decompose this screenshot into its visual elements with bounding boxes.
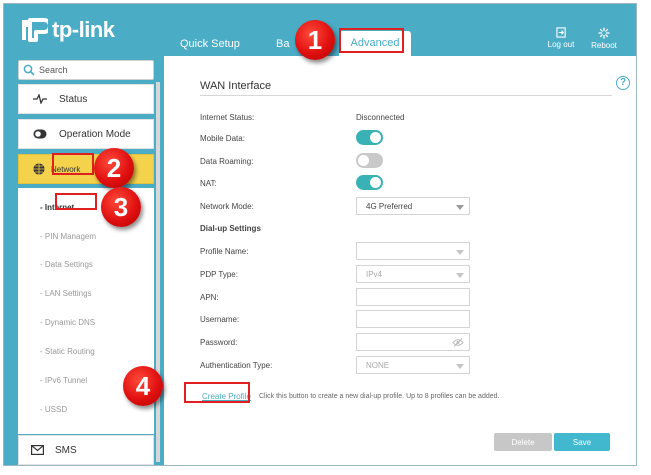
search-icon — [23, 64, 35, 76]
submenu-item-ussd[interactable]: - USSD — [40, 405, 67, 414]
search-placeholder: Search — [39, 65, 68, 75]
sidebar-item-label: Operation Mode — [59, 129, 131, 140]
tplink-logo: tp-link — [18, 15, 115, 45]
create-profile-description: Click this button to create a new dial-u… — [259, 393, 500, 400]
pdp-type-select[interactable]: IPv4 — [356, 265, 470, 283]
toggle-knob — [358, 155, 369, 166]
internet-status-label: Internet Status: — [200, 113, 255, 122]
sidebar-item-label: Status — [59, 94, 88, 105]
brand-name: tp-link — [52, 17, 115, 42]
delete-button[interactable]: Delete — [494, 433, 552, 451]
tab-basic[interactable]: Ba — [276, 38, 289, 50]
password-label: Password: — [200, 338, 238, 347]
highlight-advanced-tab — [339, 28, 404, 53]
mobile-data-toggle[interactable] — [356, 130, 383, 145]
toggle-icon — [33, 129, 47, 139]
pdp-type-value: IPv4 — [366, 270, 383, 279]
save-button[interactable]: Save — [554, 433, 610, 451]
tab-quick-setup[interactable]: Quick Setup — [180, 38, 240, 50]
sidebar-item-label: SMS — [55, 445, 77, 456]
step-badge-3: 3 — [101, 187, 141, 227]
profile-name-select[interactable] — [356, 242, 470, 260]
highlight-internet-item — [55, 193, 97, 210]
internet-status-value: Disconnected — [356, 113, 405, 122]
pulse-icon — [33, 94, 47, 104]
router-admin-window: tp-link Quick Setup Ba Advanced Log out … — [3, 3, 637, 466]
logout-button[interactable]: Log out — [541, 27, 581, 49]
step-badge-2: 2 — [94, 148, 134, 188]
submenu-item-dynamic-dns[interactable]: - Dynamic DNS — [40, 318, 95, 327]
username-field[interactable] — [356, 310, 470, 328]
main-panel: WAN Interface ? Internet Status: Disconn… — [164, 56, 636, 465]
password-field[interactable] — [356, 333, 470, 351]
chevron-down-icon — [456, 273, 464, 278]
hide-password-icon[interactable] — [452, 338, 464, 347]
chevron-down-icon — [456, 250, 464, 255]
title-divider — [200, 95, 612, 96]
data-roaming-label: Data Roaming: — [200, 157, 254, 166]
section-title: WAN Interface — [200, 80, 272, 92]
sidebar-item-operation-mode[interactable]: Operation Mode — [18, 119, 154, 149]
apn-label: APN: — [200, 293, 219, 302]
chevron-down-icon — [456, 364, 464, 369]
reboot-label: Reboot — [591, 41, 617, 50]
toggle-knob — [370, 177, 381, 188]
auth-type-label: Authentication Type: — [200, 361, 273, 370]
auth-type-select[interactable]: NONE — [356, 356, 470, 374]
submenu-item-lan-settings[interactable]: - LAN Settings — [40, 289, 92, 298]
search-input[interactable]: Search — [18, 60, 154, 80]
dialup-settings-header: Dial-up Settings — [200, 224, 261, 233]
network-mode-label: Network Mode: — [200, 202, 254, 211]
envelope-icon — [31, 445, 44, 455]
network-mode-value: 4G Preferred — [366, 202, 413, 211]
profile-name-label: Profile Name: — [200, 247, 249, 256]
highlight-create-profile — [184, 382, 250, 403]
step-badge-1: 1 — [295, 20, 335, 60]
logout-icon — [555, 27, 566, 38]
sidebar-item-sms[interactable]: SMS — [18, 435, 154, 465]
logout-label: Log out — [547, 40, 575, 49]
network-mode-select[interactable]: 4G Preferred — [356, 197, 470, 215]
username-label: Username: — [200, 315, 240, 324]
sidebar-scrollbar[interactable] — [156, 82, 160, 462]
nat-toggle[interactable] — [356, 175, 383, 190]
submenu-item-pin-management[interactable]: - PIN Managem — [40, 232, 96, 241]
step-badge-4: 4 — [123, 366, 163, 406]
pdp-type-label: PDP Type: — [200, 270, 238, 279]
nat-label: NAT: — [200, 179, 217, 188]
toggle-knob — [370, 132, 381, 143]
submenu-item-static-routing[interactable]: - Static Routing — [40, 347, 95, 356]
help-icon[interactable]: ? — [616, 76, 630, 90]
auth-type-value: NONE — [366, 361, 390, 370]
data-roaming-toggle[interactable] — [356, 153, 383, 168]
globe-icon — [33, 163, 45, 175]
apn-field[interactable] — [356, 288, 470, 306]
tplink-logo-icon — [18, 15, 52, 45]
highlight-network-item — [52, 153, 94, 175]
mobile-data-label: Mobile Data: — [200, 134, 245, 143]
submenu-item-ipv6-tunnel[interactable]: - IPv6 Tunnel — [40, 376, 87, 385]
reboot-icon — [598, 27, 610, 39]
reboot-button[interactable]: Reboot — [584, 27, 624, 50]
sidebar-item-status[interactable]: Status — [18, 84, 154, 114]
submenu-item-data-settings[interactable]: - Data Settings — [40, 260, 93, 269]
chevron-down-icon — [456, 205, 464, 210]
